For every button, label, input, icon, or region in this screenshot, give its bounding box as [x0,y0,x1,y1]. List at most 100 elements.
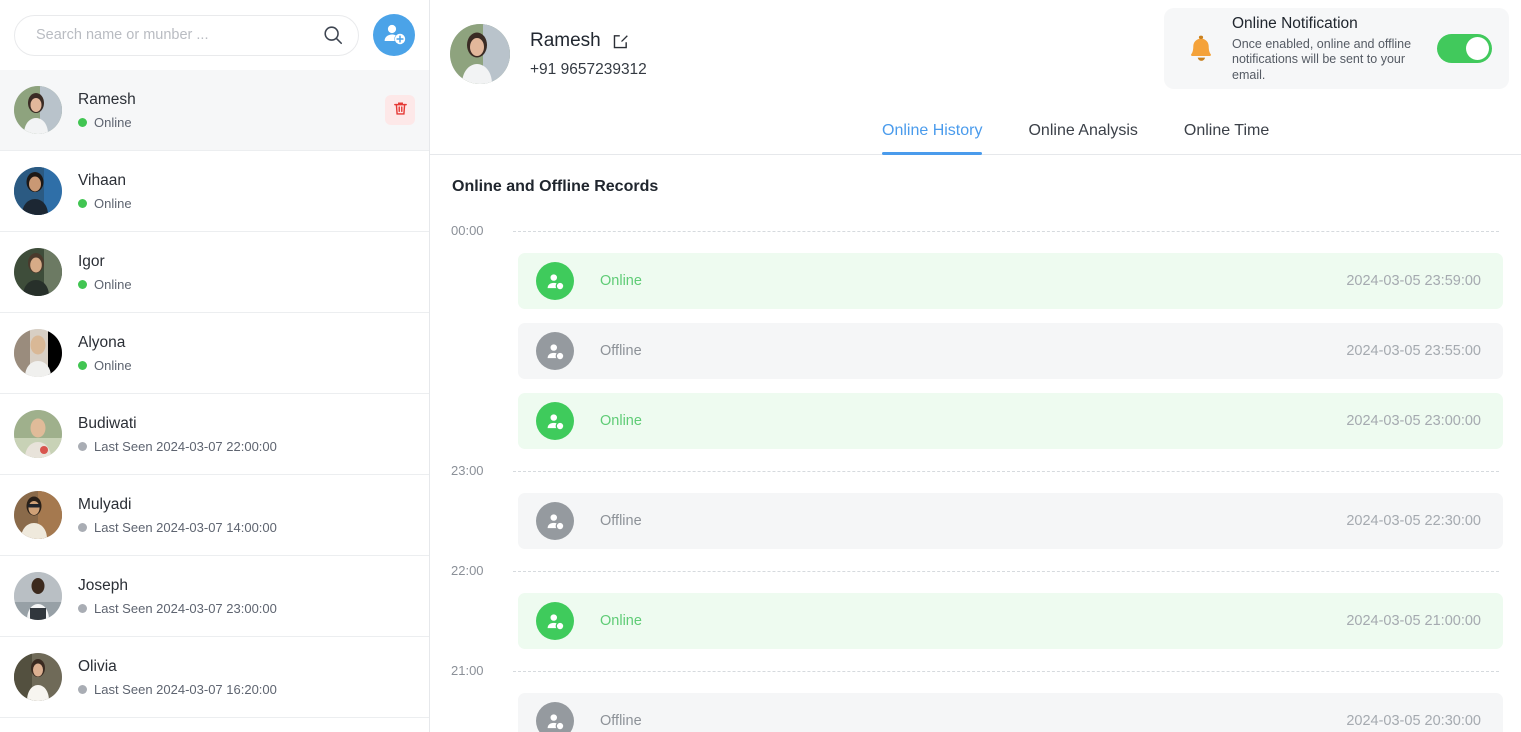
contact-name: Alyona [78,333,126,351]
contact-item-joseph[interactable]: Joseph Last Seen 2024-03-07 23:00:00 [0,556,429,637]
online-notification-card: Online Notification Once enabled, online… [1164,8,1509,89]
contact-item-mulyadi[interactable]: Mulyadi Last Seen 2024-03-07 14:00:00 [0,475,429,556]
hour-marker: 21:00 [451,663,1503,679]
contact-status-text: Last Seen 2024-03-07 22:00:00 [94,438,277,454]
status-dot-offline [78,441,87,451]
record-time: 2024-03-05 23:00:00 [1346,413,1481,429]
record-row[interactable]: Offline 2024-03-05 23:55:00 [518,323,1503,379]
hour-divider [513,570,1499,572]
main-panel: Ramesh +91 9657239312 Online Notificatio… [430,0,1521,732]
record-time: 2024-03-05 23:55:00 [1346,343,1481,359]
offline-user-icon [536,332,574,370]
profile-text: Ramesh +91 9657239312 [530,29,647,79]
status-dot-online [78,117,87,127]
hour-marker: 22:00 [451,563,1503,579]
edit-icon[interactable] [612,33,629,50]
contact-status: Online [78,276,415,293]
sidebar-search-row [0,0,429,70]
hour-divider [513,470,1499,472]
contact-info: Ramesh Online [78,90,369,131]
notification-description: Once enabled, online and offline notific… [1232,36,1412,82]
contact-status: Online [78,357,415,374]
contact-name: Igor [78,252,105,270]
profile-name-row: Ramesh [530,29,647,53]
contact-item-igor[interactable]: Igor Online [0,232,429,313]
records-section: Online and Offline Records 00:00 Online [430,155,1521,732]
contact-status: Last Seen 2024-03-07 14:00:00 [78,519,415,536]
record-row[interactable]: Online 2024-03-05 23:59:00 [518,253,1503,309]
contact-item-budiwati[interactable]: Budiwati Last Seen 2024-03-07 22:00:00 [0,394,429,475]
avatar [14,572,62,620]
tab-online-history[interactable]: Online History [882,121,1002,155]
hour-label: 23:00 [451,463,484,478]
contact-item-vihaan[interactable]: Vihaan Online [0,151,429,232]
record-status: Online [600,413,642,429]
record-row[interactable]: Online 2024-03-05 23:00:00 [518,393,1503,449]
offline-user-icon [536,702,574,732]
search-box[interactable] [14,14,359,56]
contact-status-text: Online [94,357,132,373]
contact-status: Last Seen 2024-03-07 16:20:00 [78,681,415,698]
bell-icon [1184,32,1218,66]
notification-text: Online Notification Once enabled, online… [1232,14,1423,84]
status-dot-online [78,279,87,289]
online-user-icon [536,262,574,300]
hour-divider [513,230,1499,232]
avatar [14,248,62,296]
contact-item-ramesh[interactable]: Ramesh Online [0,70,429,151]
online-user-icon [536,402,574,440]
search-input[interactable] [36,27,322,43]
status-dot-offline [78,522,87,532]
hour-label: 21:00 [451,663,484,678]
hour-label: 00:00 [451,223,484,238]
hour-marker: 00:00 [451,223,1503,239]
profile-phone: +91 9657239312 [530,61,647,78]
record-row[interactable]: Online 2024-03-05 21:00:00 [518,593,1503,649]
record-time: 2024-03-05 23:59:00 [1346,273,1481,289]
avatar [14,329,62,377]
delete-contact-button[interactable] [385,95,415,125]
record-status: Offline [600,343,642,359]
add-user-button[interactable] [373,14,415,56]
tab-bar: Online History Online Analysis Online Ti… [430,121,1521,155]
record-status: Offline [600,713,642,729]
contact-status: Online [78,195,415,212]
avatar [14,410,62,458]
record-time: 2024-03-05 22:30:00 [1346,513,1481,529]
record-row[interactable]: Offline 2024-03-05 20:30:00 [518,693,1503,732]
contact-info: Igor Online [78,252,415,293]
contact-status-text: Last Seen 2024-03-07 14:00:00 [94,519,277,535]
status-dot-offline [78,684,87,694]
record-row[interactable]: Offline 2024-03-05 22:30:00 [518,493,1503,549]
offline-user-icon [536,502,574,540]
contact-item-alyona[interactable]: Alyona Online [0,313,429,394]
hour-label: 22:00 [451,563,484,578]
contact-info: Olivia Last Seen 2024-03-07 16:20:00 [78,657,415,698]
app-root: Ramesh Online [0,0,1521,732]
profile-avatar [450,24,510,84]
add-user-icon [381,21,407,50]
avatar [14,167,62,215]
contact-status: Last Seen 2024-03-07 23:00:00 [78,600,415,617]
contact-name: Joseph [78,576,128,594]
notification-title: Online Notification [1232,14,1358,32]
record-status: Online [600,273,642,289]
toggle-knob [1466,37,1489,60]
contact-list: Ramesh Online Vihaan Online Igor Online … [0,70,429,732]
contact-info: Mulyadi Last Seen 2024-03-07 14:00:00 [78,495,415,536]
notification-toggle[interactable] [1437,34,1492,63]
trash-icon [392,100,409,120]
contact-name: Ramesh [78,90,136,108]
record-time: 2024-03-05 20:30:00 [1346,713,1481,729]
record-status: Online [600,613,642,629]
search-icon[interactable] [322,24,344,46]
contact-item-olivia[interactable]: Olivia Last Seen 2024-03-07 16:20:00 [0,637,429,718]
contact-status-text: Online [94,114,132,130]
tab-online-analysis[interactable]: Online Analysis [1028,121,1157,154]
contact-info: Vihaan Online [78,171,415,212]
contact-status: Last Seen 2024-03-07 22:00:00 [78,438,415,455]
avatar [14,491,62,539]
contact-status-text: Last Seen 2024-03-07 16:20:00 [94,681,277,697]
contact-status-text: Online [94,276,132,292]
tab-online-time[interactable]: Online Time [1184,121,1289,154]
